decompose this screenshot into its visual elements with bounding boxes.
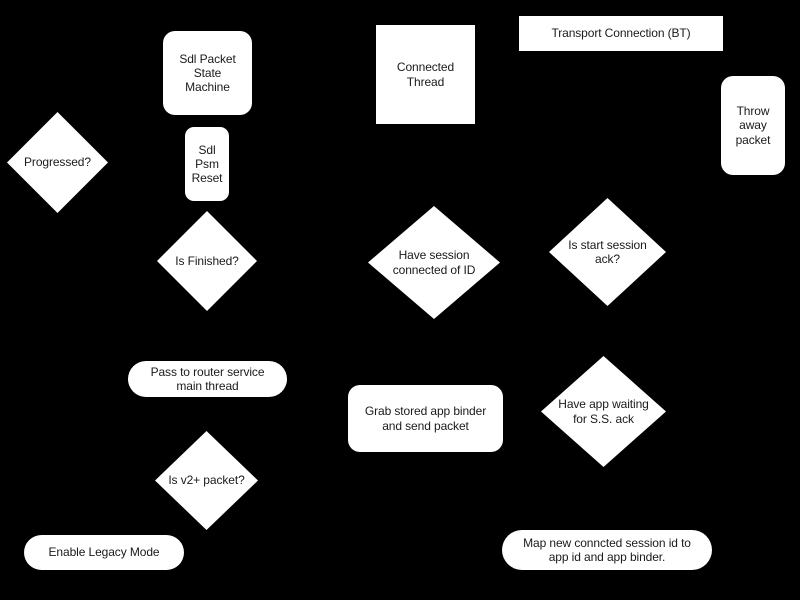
flow-node-label-progressed: Progressed? — [24, 155, 91, 170]
flow-node-label-is-finished: Is Finished? — [175, 253, 239, 268]
flow-node-label-sdl-packet-state-machine: Sdl Packet State Machine — [179, 51, 236, 95]
flow-node-is-finished[interactable]: Is Finished? — [157, 211, 257, 311]
flow-node-label-grab-stored-app-binder-and-send-packet: Grab stored app binder and send packet — [364, 404, 487, 433]
flow-node-is-start-session-ack[interactable]: Is start session ack? — [549, 198, 666, 306]
flow-node-is-v2-plus-packet[interactable]: Is v2+ packet? — [155, 431, 258, 530]
flow-node-grab-stored-app-binder-and-send-packet[interactable]: Grab stored app binder and send packet — [348, 385, 503, 452]
flow-node-label-is-start-session-ack: Is start session ack? — [568, 237, 647, 266]
flow-node-sdl-psm-reset[interactable]: Sdl Psm Reset — [185, 127, 229, 201]
flowchart-canvas: Progressed? Sdl Packet State Machine Sdl P… — [0, 0, 800, 600]
flow-node-label-is-v2-plus-packet: Is v2+ packet? — [168, 473, 245, 488]
flow-node-label-transport-connection-bt: Transport Connection (BT) — [551, 26, 691, 41]
flow-node-enable-legacy-mode[interactable]: Enable Legacy Mode — [24, 535, 184, 570]
flow-node-label-connected-thread: Connected Thread — [396, 60, 455, 89]
flow-node-label-sdl-psm-reset: Sdl Psm Reset — [191, 142, 223, 186]
flow-node-throw-away-packet[interactable]: Throw away packet — [721, 76, 785, 175]
flow-node-progressed[interactable]: Progressed? — [7, 112, 108, 213]
flow-node-have-app-waiting-for-ss-ack[interactable]: Have app waiting for S.S. ack — [541, 356, 666, 467]
flow-node-transport-connection-bt[interactable]: Transport Connection (BT) — [519, 16, 723, 51]
flow-node-label-have-app-waiting-for-ss-ack: Have app waiting for S.S. ack — [558, 397, 649, 426]
flow-node-connected-thread[interactable]: Connected Thread — [376, 25, 475, 124]
flow-node-have-session-connected-of-id[interactable]: Have session connected of ID — [368, 206, 500, 319]
flow-node-pass-to-router-service-main-thread[interactable]: Pass to router service main thread — [128, 361, 287, 397]
flow-node-label-enable-legacy-mode: Enable Legacy Mode — [48, 545, 160, 560]
flow-node-sdl-packet-state-machine[interactable]: Sdl Packet State Machine — [163, 31, 252, 115]
flow-node-map-new-conncted-session-id[interactable]: Map new conncted session id to app id an… — [502, 530, 712, 570]
flow-node-label-throw-away-packet: Throw away packet — [735, 104, 771, 147]
flow-node-label-map-new-conncted-session-id: Map new conncted session id to app id an… — [523, 535, 691, 564]
flow-node-label-pass-to-router-service-main-thread: Pass to router service main thread — [150, 364, 265, 393]
flow-node-label-have-session-connected-of-id: Have session connected of ID — [392, 248, 476, 277]
